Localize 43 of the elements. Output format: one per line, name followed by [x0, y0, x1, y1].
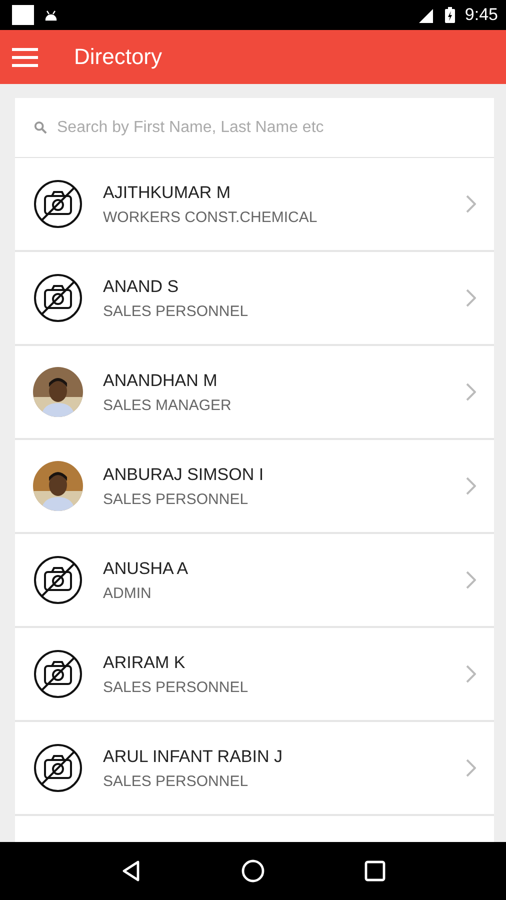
chevron-right-icon — [466, 383, 476, 401]
search-icon — [34, 121, 47, 134]
recent-apps-icon[interactable] — [363, 859, 387, 883]
contact-name: AJITHKUMAR M — [103, 182, 232, 202]
clock-time: 9:45 — [464, 5, 498, 25]
contact-role: ADMIN — [103, 584, 152, 602]
chevron-right-icon — [466, 665, 476, 683]
contact-role: SALES PERSONNEL — [103, 490, 250, 508]
battery-icon — [444, 7, 455, 23]
notification-icon — [12, 5, 34, 25]
chevron-right-icon — [466, 289, 476, 307]
contact-name: ARUL INFANT RABIN J — [103, 746, 284, 766]
chevron-right-icon — [466, 571, 476, 589]
contact-role: SALES MANAGER — [103, 396, 232, 414]
contact-row[interactable]: AJITHKUMAR M WORKERS CONST.CHEMICAL — [15, 158, 494, 252]
contact-row[interactable]: ARUL INFANT RABIN J SALES PERSONNEL — [15, 722, 494, 816]
no-photo-icon — [33, 555, 83, 605]
contact-row[interactable]: ANBURAJ SIMSON I SALES PERSONNEL — [15, 440, 494, 534]
contact-name: ANANDHAN M — [103, 370, 218, 390]
no-photo-icon — [33, 649, 83, 699]
contact-role: SALES PERSONNEL — [103, 302, 250, 320]
contact-row[interactable]: ARIRAM K SALES PERSONNEL — [15, 628, 494, 722]
contact-name: ANBURAJ SIMSON I — [103, 464, 265, 484]
chevron-right-icon — [466, 195, 476, 213]
screen-title: Directory — [74, 44, 162, 70]
contact-role: WORKERS CONST.CHEMICAL — [103, 208, 318, 226]
contact-role: SALES PERSONNEL — [103, 678, 250, 696]
contact-row[interactable]: ANAND S SALES PERSONNEL — [15, 252, 494, 346]
search-field[interactable]: Search by First Name, Last Name etc — [55, 118, 494, 138]
contact-name: ANUSHA A — [103, 558, 190, 578]
no-photo-icon — [33, 179, 83, 229]
contact-role: SALES PERSONNEL — [103, 772, 250, 790]
chevron-right-icon — [466, 477, 476, 495]
contact-name: ARIRAM K — [103, 652, 186, 672]
android-icon — [44, 9, 58, 21]
no-photo-icon — [33, 273, 83, 323]
contact-row[interactable]: ANANDHAN M SALES MANAGER — [15, 346, 494, 440]
home-icon[interactable] — [241, 859, 265, 883]
contact-name: ANAND S — [103, 276, 180, 296]
chevron-right-icon — [466, 759, 476, 777]
contact-row[interactable]: ANUSHA A ADMIN — [15, 534, 494, 628]
no-photo-icon — [33, 743, 83, 793]
menu-icon[interactable] — [12, 47, 38, 67]
